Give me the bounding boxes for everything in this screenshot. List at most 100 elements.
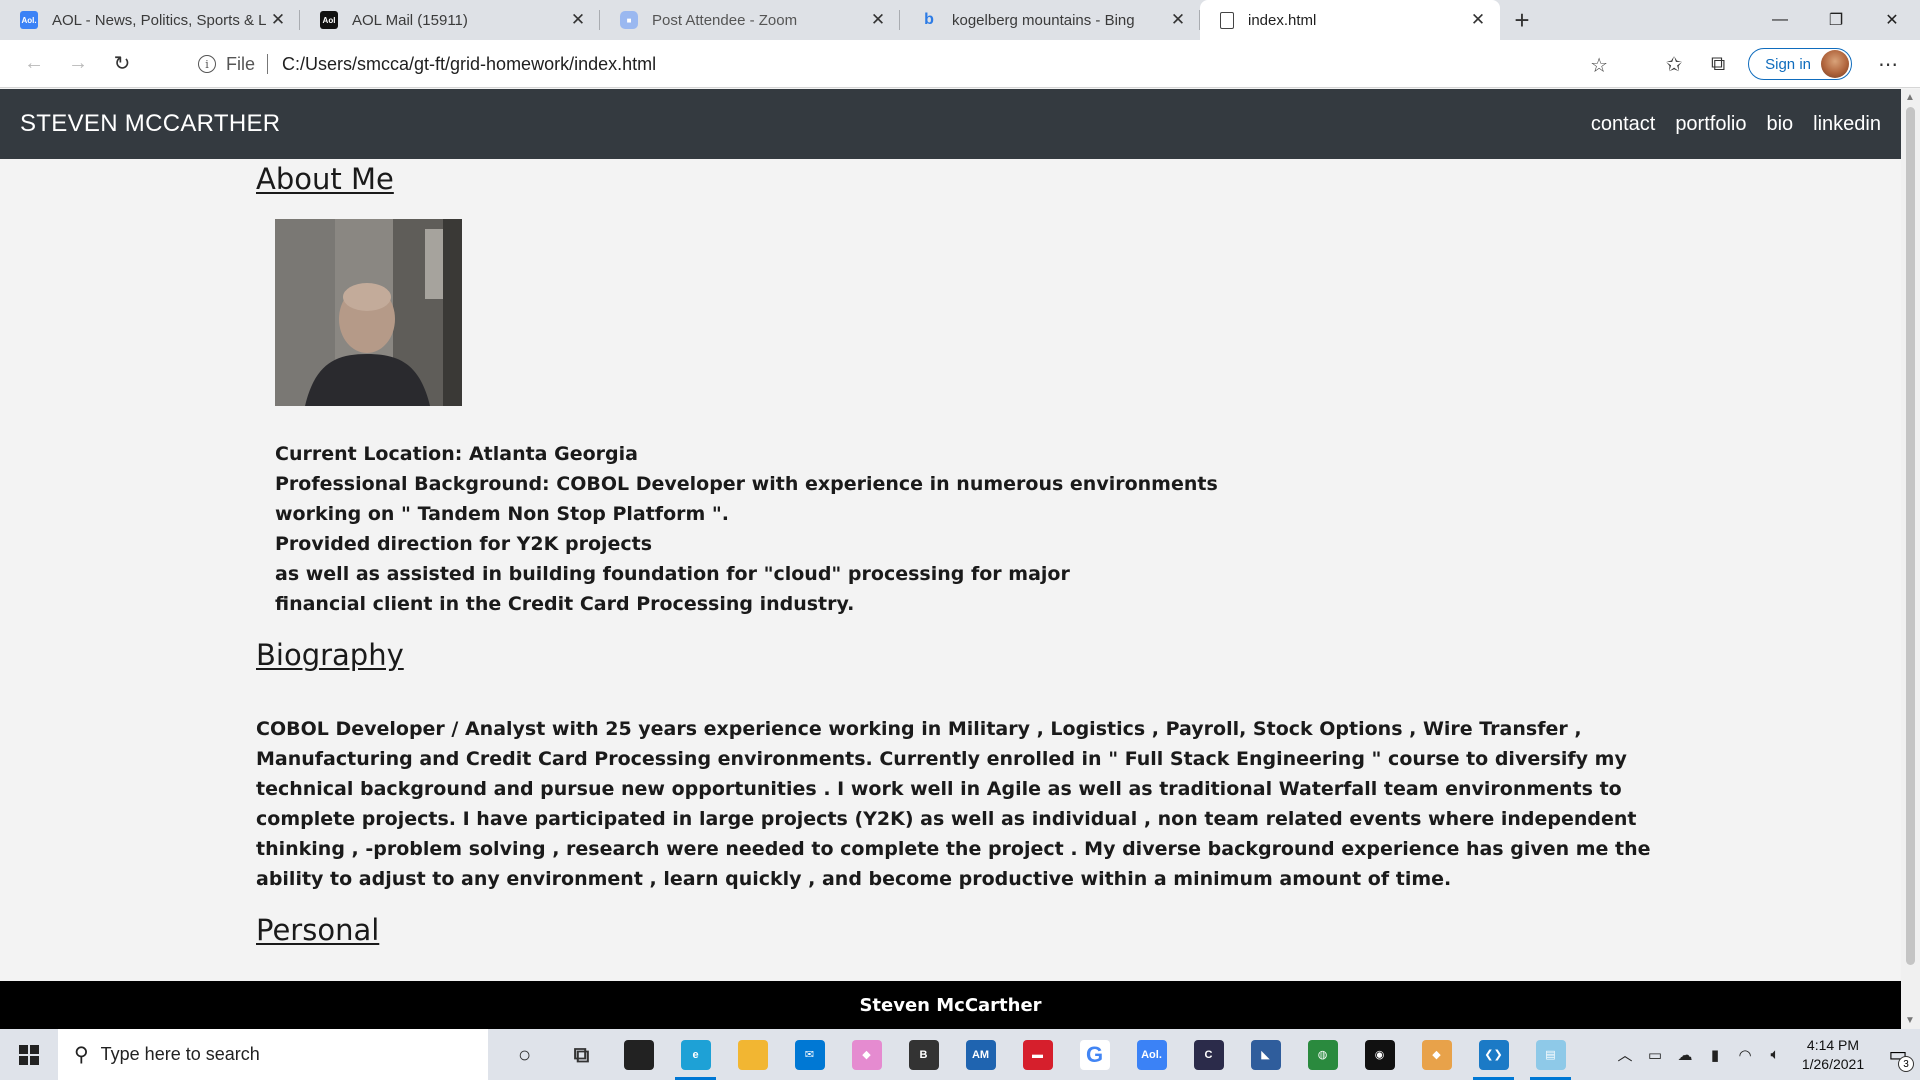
- personal-heading: Personal: [256, 913, 380, 947]
- more-menu-icon[interactable]: ⋯: [1866, 46, 1910, 82]
- bank-taskbar-button[interactable]: ▬: [1009, 1029, 1066, 1080]
- address-bar[interactable]: i File C:/Users/smcca/gt-ft/grid-homewor…: [180, 45, 1620, 83]
- clock[interactable]: 4:14 PM 1/26/2021: [1790, 1036, 1876, 1074]
- onedrive-icon[interactable]: ☁: [1670, 1046, 1700, 1064]
- sign-in-button[interactable]: Sign in: [1748, 48, 1852, 80]
- file-explorer-taskbar-button[interactable]: [724, 1029, 781, 1080]
- tab-title: index.html: [1248, 11, 1317, 29]
- collections-icon[interactable]: ⧉: [1696, 46, 1740, 82]
- page-content: About Me Current Location: Atlanta Georg…: [0, 159, 1901, 981]
- tab-title: kogelberg mountains - Bing: [952, 11, 1135, 29]
- scroll-down-icon[interactable]: ▼: [1905, 1015, 1915, 1026]
- about-line: working on " Tandem Non Stop Platform ".: [275, 503, 730, 525]
- nav-link-linkedin[interactable]: linkedin: [1813, 113, 1881, 136]
- restore-icon[interactable]: ❐: [1808, 0, 1864, 40]
- tab-index-html[interactable]: index.html ✕: [1200, 0, 1500, 40]
- notepad-taskbar-button[interactable]: ▤: [1522, 1029, 1579, 1080]
- vscode-taskbar-button[interactable]: ❮❯: [1465, 1029, 1522, 1080]
- tab-aol-news[interactable]: Aol. AOL - News, Politics, Sports & La ✕: [0, 0, 300, 40]
- meet-now-icon[interactable]: ▭: [1640, 1046, 1670, 1064]
- battery-icon[interactable]: ▮: [1700, 1046, 1730, 1064]
- nav-link-portfolio[interactable]: portfolio: [1675, 113, 1746, 136]
- sourcetree-taskbar-button[interactable]: ◍: [1294, 1029, 1351, 1080]
- cortana-taskbar-button[interactable]: ○: [496, 1029, 553, 1080]
- minimize-icon[interactable]: —: [1752, 0, 1808, 40]
- aol-mail-favicon-icon: Aol: [320, 11, 338, 29]
- close-icon[interactable]: ✕: [1166, 8, 1190, 32]
- clock-time: 4:14 PM: [1806, 1036, 1860, 1053]
- forward-arrow-icon[interactable]: →: [56, 46, 100, 82]
- search-icon: ⚲: [74, 1044, 89, 1066]
- scheme-label: File: [226, 53, 256, 74]
- url-text[interactable]: C:/Users/smcca/gt-ft/grid-homework/index…: [282, 54, 656, 75]
- tab-title: AOL Mail (15911): [352, 11, 468, 29]
- close-icon[interactable]: ✕: [866, 8, 890, 32]
- sign-in-label: Sign in: [1765, 55, 1811, 73]
- scroll-thumb[interactable]: [1906, 107, 1915, 965]
- c-app-taskbar-button[interactable]: C: [1180, 1029, 1237, 1080]
- aol-taskbar-button[interactable]: Aol.: [1123, 1029, 1180, 1080]
- refresh-icon[interactable]: ↻: [100, 46, 144, 82]
- add-favorite-icon[interactable]: ☆: [1590, 53, 1608, 78]
- about-details: Current Location: Atlanta Georgia Profes…: [275, 439, 1218, 619]
- close-icon[interactable]: ✕: [1466, 8, 1490, 32]
- amex-taskbar-button[interactable]: AM: [952, 1029, 1009, 1080]
- window-controls: — ❐ ✕: [1752, 0, 1920, 40]
- site-navbar: STEVEN MCCARTHER contact portfolio bio l…: [0, 89, 1901, 159]
- sql-taskbar-button[interactable]: ◣: [1237, 1029, 1294, 1080]
- search-placeholder: Type here to search: [100, 1044, 260, 1064]
- about-line: Professional Background: COBOL Developer…: [275, 473, 1218, 495]
- site-brand[interactable]: STEVEN MCCARTHER: [20, 110, 280, 138]
- c-app-icon: C: [1193, 1039, 1224, 1070]
- edge-icon: e: [680, 1039, 711, 1070]
- tab-title: AOL - News, Politics, Sports & La: [52, 11, 266, 29]
- sketch2-icon: ◆: [1421, 1039, 1452, 1070]
- notification-center-button[interactable]: ▭ 3: [1876, 1029, 1920, 1080]
- close-window-icon[interactable]: ✕: [1864, 0, 1920, 40]
- edge-taskbar-button[interactable]: e: [667, 1029, 724, 1080]
- clock-date: 1/26/2021: [1801, 1055, 1865, 1072]
- site-footer: Steven McCarther: [0, 981, 1901, 1029]
- taskbar-search[interactable]: ⚲ Type here to search: [58, 1029, 488, 1080]
- sql-icon: ◣: [1250, 1039, 1281, 1070]
- profile-photo: [275, 219, 462, 406]
- browser-toolbar: ← → ↻ i File C:/Users/smcca/gt-ft/grid-h…: [0, 40, 1920, 88]
- cortana-icon: ○: [517, 1041, 532, 1067]
- taskbar-apps: ○ ⧉ e ✉ ◆ B AM ▬ G Aol. C ◣ ◍ ◉ ◆ ❮❯ ▤: [496, 1029, 1579, 1080]
- google-taskbar-button[interactable]: G: [1066, 1029, 1123, 1080]
- sketch2-taskbar-button[interactable]: ◆: [1408, 1029, 1465, 1080]
- tab-aol-mail[interactable]: Aol AOL Mail (15911) ✕: [300, 0, 600, 40]
- info-icon[interactable]: i: [198, 55, 216, 73]
- sketch-icon: ◆: [851, 1039, 882, 1070]
- about-line: Current Location: Atlanta Georgia: [275, 443, 638, 465]
- notepad-icon: ▤: [1535, 1039, 1566, 1070]
- wifi-icon[interactable]: ◠: [1730, 1046, 1760, 1064]
- b-app-taskbar-button[interactable]: B: [895, 1029, 952, 1080]
- page-scrollbar[interactable]: ▲ ▼: [1901, 89, 1920, 1029]
- close-icon[interactable]: ✕: [566, 8, 590, 32]
- mail-taskbar-button[interactable]: ✉: [781, 1029, 838, 1080]
- nav-link-bio[interactable]: bio: [1766, 113, 1793, 136]
- new-tab-button[interactable]: +: [1500, 0, 1544, 40]
- store-taskbar-button[interactable]: [610, 1029, 667, 1080]
- about-line: Provided direction for Y2K projects: [275, 533, 653, 555]
- back-arrow-icon[interactable]: ←: [12, 46, 56, 82]
- task-view-taskbar-button[interactable]: ⧉: [553, 1029, 610, 1080]
- avatar: [1821, 50, 1849, 78]
- scroll-up-icon[interactable]: ▲: [1905, 92, 1915, 103]
- favorites-icon[interactable]: ✩: [1652, 46, 1696, 82]
- github-taskbar-button[interactable]: ◉: [1351, 1029, 1408, 1080]
- sketch-taskbar-button[interactable]: ◆: [838, 1029, 895, 1080]
- tab-zoom[interactable]: ■ Post Attendee - Zoom ✕: [600, 0, 900, 40]
- zoom-favicon-icon: ■: [620, 11, 638, 29]
- tab-strip: Aol. AOL - News, Politics, Sports & La ✕…: [0, 0, 1920, 40]
- tab-bing[interactable]: b kogelberg mountains - Bing ✕: [900, 0, 1200, 40]
- notification-count: 3: [1898, 1056, 1914, 1072]
- github-icon: ◉: [1364, 1039, 1395, 1070]
- nav-link-contact[interactable]: contact: [1591, 113, 1655, 136]
- close-icon[interactable]: ✕: [266, 8, 290, 32]
- nav-links: contact portfolio bio linkedin: [1591, 113, 1881, 136]
- volume-icon[interactable]: 🔈︎: [1760, 1046, 1790, 1063]
- chevron-up-icon[interactable]: ︿: [1610, 1044, 1640, 1065]
- start-button[interactable]: [0, 1029, 58, 1080]
